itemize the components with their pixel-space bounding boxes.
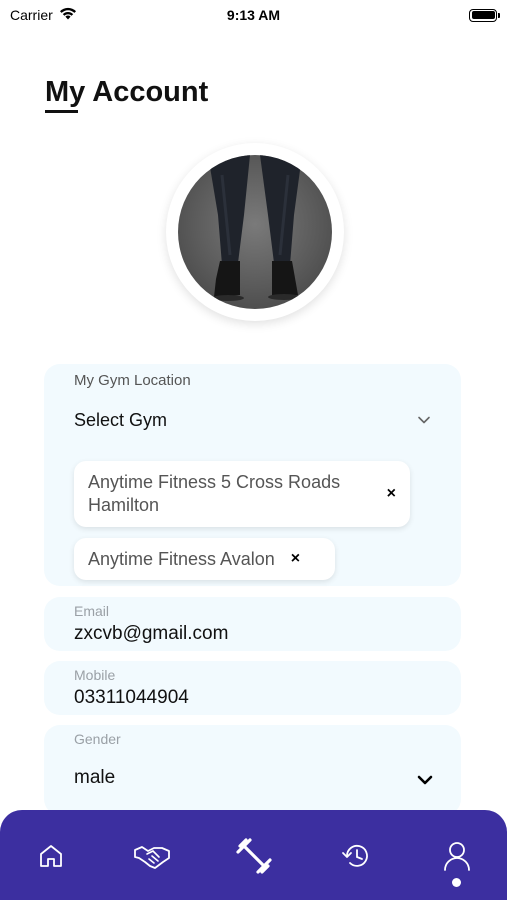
nav-profile[interactable] [437, 838, 477, 878]
active-indicator [452, 878, 461, 887]
nav-home[interactable] [31, 838, 71, 878]
close-icon[interactable]: × [291, 550, 300, 568]
wifi-icon [59, 7, 77, 23]
home-icon [37, 842, 65, 875]
email-field[interactable]: Email zxcvb@gmail.com [44, 597, 461, 651]
mobile-field[interactable]: Mobile 03311044904 [44, 661, 461, 715]
history-icon [341, 841, 371, 876]
dumbbell-icon [234, 836, 274, 881]
chevron-down-icon [417, 412, 431, 430]
gym-chip: Anytime Fitness Avalon × [74, 538, 335, 580]
nav-workout[interactable] [234, 836, 274, 881]
close-icon[interactable]: × [387, 485, 396, 503]
status-bar: Carrier 9:13 AM [0, 0, 507, 30]
title-underline [45, 110, 78, 113]
profile-icon [442, 840, 472, 877]
gym-location-card: My Gym Location Select Gym Anytime Fitne… [44, 364, 461, 586]
gender-select[interactable]: Gender male [44, 725, 461, 815]
gym-chip: Anytime Fitness 5 Cross Roads Hamilton × [74, 461, 410, 527]
nav-history[interactable] [336, 838, 376, 878]
gender-value: male [74, 767, 116, 788]
bottom-nav [0, 810, 507, 900]
mobile-label: Mobile [74, 667, 116, 683]
status-left: Carrier [10, 7, 77, 23]
gym-chip-label: Anytime Fitness 5 Cross Roads Hamilton [88, 472, 341, 515]
gym-select-value: Select Gym [74, 410, 168, 430]
avatar-photo [178, 155, 332, 309]
email-value: zxcvb@gmail.com [74, 623, 229, 644]
battery-icon [469, 8, 500, 22]
carrier-label: Carrier [10, 7, 53, 23]
gym-chip-label: Anytime Fitness Avalon [88, 548, 275, 569]
nav-handshake[interactable] [132, 838, 172, 878]
avatar[interactable] [166, 143, 344, 321]
gym-select[interactable]: Select Gym [74, 410, 431, 431]
gym-location-label: My Gym Location [74, 372, 191, 389]
mobile-value: 03311044904 [74, 687, 189, 708]
chevron-down-icon [417, 773, 433, 791]
handshake-icon [133, 842, 171, 875]
page-title: My Account [45, 76, 209, 108]
email-label: Email [74, 603, 110, 619]
gender-label: Gender [74, 731, 121, 747]
